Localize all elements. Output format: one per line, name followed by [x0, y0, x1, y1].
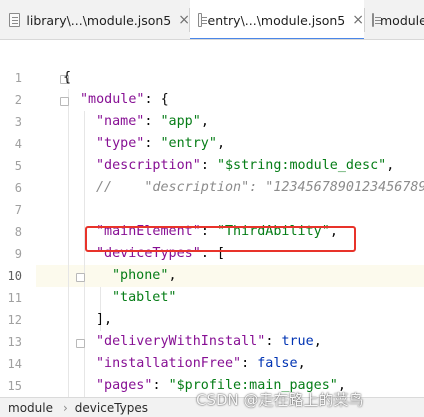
current-line-highlight: [36, 265, 424, 287]
code-token: ,: [297, 356, 306, 371]
code-token: :: [152, 378, 169, 393]
line-number: 10: [7, 269, 22, 283]
code-token: "app": [160, 114, 201, 129]
fold-toggle-icon[interactable]: [76, 273, 85, 282]
code-token: ,: [216, 136, 225, 151]
breadcrumb-item-module[interactable]: module: [8, 401, 53, 415]
line-number: 13: [7, 335, 22, 349]
code-line[interactable]: "description": "$string:module_desc",: [96, 155, 394, 177]
line-number: 3: [14, 115, 22, 129]
code-token: : {: [144, 92, 169, 107]
code-token: "name": [96, 114, 145, 129]
line-number: 4: [14, 137, 22, 151]
line-number: 1: [14, 71, 22, 85]
tab-label: library\...\module.json5: [26, 12, 172, 28]
code-token: ],: [96, 312, 113, 327]
indent-guide: [68, 89, 69, 397]
code-token: "deliveryWithInstall": [96, 334, 266, 349]
line-number: 15: [7, 379, 22, 393]
line-number: 6: [14, 181, 22, 195]
code-token: ,: [313, 334, 322, 349]
code-line[interactable]: ],: [96, 309, 112, 331]
fold-toggle-icon[interactable]: [60, 97, 69, 106]
code-token: "phone": [112, 268, 169, 283]
code-token: true: [281, 334, 314, 349]
json-file-icon: [198, 13, 206, 27]
chevron-right-icon: ›: [62, 400, 68, 415]
code-token: ,: [386, 158, 395, 173]
highlight-annotation-box: [85, 226, 356, 252]
code-token: // "description": "1234567890123456789: [96, 180, 424, 195]
code-line[interactable]: "module": {: [80, 89, 169, 111]
breadcrumb-item-devicetypes[interactable]: deviceTypes: [75, 401, 148, 415]
code-token: "type": [96, 136, 145, 151]
watermark: CSDN @走在路上的菜鸟: [196, 391, 364, 409]
tab-library-module-json5[interactable]: library\...\module.json5 ×: [0, 0, 190, 39]
code-line[interactable]: "type": "entry",: [96, 133, 225, 155]
code-token: "description": [96, 158, 201, 173]
code-token: "module": [80, 92, 145, 107]
editor-tab-bar: library\...\module.json5 × entry\...\mod…: [0, 0, 424, 40]
indent-guide: [84, 111, 85, 397]
code-token: :: [144, 136, 161, 151]
code-line[interactable]: "installationFree": false,: [96, 353, 306, 375]
code-token: {: [63, 70, 72, 85]
line-number: 11: [7, 291, 22, 305]
code-token: ,: [200, 114, 209, 129]
code-line[interactable]: {: [63, 67, 71, 89]
code-token: "entry": [160, 136, 217, 151]
code-token: :: [241, 356, 258, 371]
line-number: 8: [14, 225, 22, 239]
json-file-icon: [9, 13, 21, 27]
close-icon[interactable]: ×: [352, 13, 364, 27]
code-line[interactable]: "deliveryWithInstall": true,: [96, 331, 322, 353]
code-token: "installationFree": [96, 356, 242, 371]
code-line[interactable]: "name": "app",: [96, 111, 209, 133]
code-line[interactable]: // "description": "1234567890123456789: [96, 177, 424, 199]
line-number: 12: [7, 313, 22, 327]
code-token: :: [144, 114, 161, 129]
line-number: 14: [7, 357, 22, 371]
code-token: "pages": [96, 378, 153, 393]
code-token: "tablet": [112, 290, 177, 305]
line-number: 5: [14, 159, 22, 173]
code-line[interactable]: "phone",: [112, 265, 177, 287]
tab-entry-module-json5[interactable]: entry\...\module.json5 ×: [190, 0, 364, 39]
line-number-gutter: 1 2 3 4 5 6 7 8 9 10 11 12 13 14 15: [0, 40, 36, 397]
code-token: :: [265, 334, 282, 349]
code-token: ,: [168, 268, 177, 283]
line-number: 9: [14, 247, 22, 261]
tab-label: module.json5: [380, 12, 424, 28]
code-line[interactable]: "tablet": [112, 287, 177, 309]
code-token: "$string:module_desc": [216, 158, 387, 173]
code-editor[interactable]: 1 2 3 4 5 6 7 8 9 10 11 12 13 14 15 {"module": {"name"…: [0, 40, 424, 397]
fold-toggle-icon[interactable]: [76, 339, 85, 348]
code-token: :: [200, 158, 217, 173]
tab-module-json5[interactable]: module.json5: [364, 0, 424, 39]
tab-label: entry\...\module.json5: [207, 12, 346, 28]
code-token: false: [257, 356, 298, 371]
line-number: 7: [14, 203, 22, 217]
json-file-icon: [372, 13, 381, 27]
line-number: 2: [14, 93, 22, 107]
